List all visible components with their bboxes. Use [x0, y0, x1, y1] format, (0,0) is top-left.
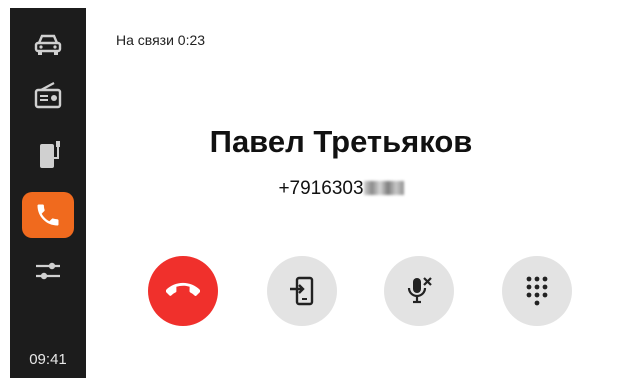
phone-charging-icon	[40, 141, 60, 168]
clock: 09:41	[29, 351, 67, 368]
transfer-to-phone-button[interactable]	[267, 256, 337, 326]
end-call-button[interactable]	[148, 256, 218, 326]
end-call-icon	[166, 282, 200, 296]
keypad-icon	[526, 276, 548, 306]
phone-number-visible: +7916303	[278, 178, 364, 199]
keypad-button[interactable]	[502, 256, 572, 326]
phone-number: +7916303	[86, 178, 596, 200]
settings-sliders-icon	[36, 262, 60, 280]
sidebar: 09:41	[10, 8, 86, 378]
radio-icon	[34, 82, 62, 109]
sidebar-item-phone-connect[interactable]	[22, 132, 74, 178]
phone-icon	[37, 204, 59, 226]
transfer-to-phone-icon	[290, 276, 314, 306]
car-icon	[34, 34, 62, 55]
contact-name: Павел Третьяков	[209, 124, 473, 159]
call-screen: На связи 0:23 Павел Третьяков +7916303	[86, 8, 622, 378]
sidebar-item-car[interactable]	[22, 22, 74, 68]
call-status: На связи 0:23	[116, 32, 206, 48]
mute-microphone-icon	[407, 277, 432, 304]
sidebar-item-settings[interactable]	[22, 248, 74, 294]
phone-number-redacted	[363, 181, 404, 195]
sidebar-item-radio[interactable]	[22, 72, 74, 118]
sidebar-item-phone[interactable]	[22, 192, 74, 238]
mute-button[interactable]	[384, 256, 454, 326]
